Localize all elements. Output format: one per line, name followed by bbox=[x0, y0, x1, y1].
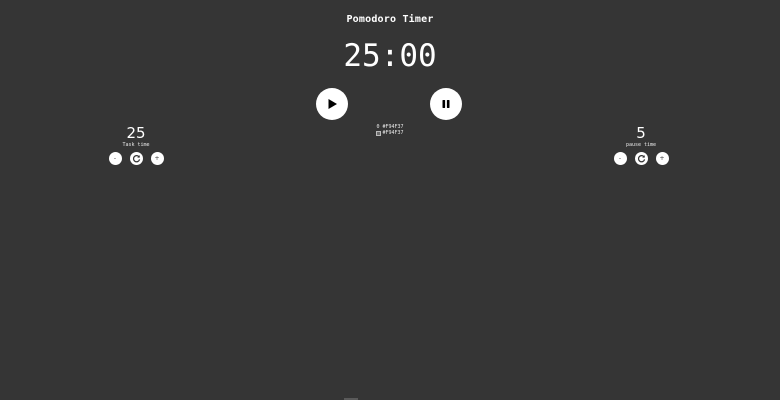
pause-time-decrement-button[interactable]: - bbox=[613, 152, 627, 165]
pause-time-panel: 5 pause time - + bbox=[601, 124, 681, 165]
broken-image-alt-text: #F94F37 bbox=[382, 130, 404, 136]
pause-icon bbox=[442, 100, 450, 108]
timer-display: 25:00 bbox=[343, 38, 437, 74]
play-button[interactable] bbox=[316, 88, 348, 120]
play-icon bbox=[328, 99, 337, 109]
task-time-value: 25 bbox=[126, 124, 146, 142]
task-time-panel: 25 Task time - + bbox=[96, 124, 176, 165]
refresh-icon bbox=[132, 155, 140, 163]
task-time-increment-button[interactable]: + bbox=[150, 152, 164, 165]
refresh-icon bbox=[637, 155, 645, 163]
broken-image: #F94F37 bbox=[376, 130, 404, 136]
task-time-decrement-button[interactable]: - bbox=[108, 152, 122, 165]
pause-time-reset-button[interactable] bbox=[634, 152, 648, 165]
broken-image-icon bbox=[376, 130, 382, 136]
pause-time-label: pause time bbox=[625, 142, 657, 148]
pause-time-increment-button[interactable]: + bbox=[655, 152, 669, 165]
task-time-label: Task time bbox=[122, 142, 150, 148]
pause-time-value: 5 bbox=[636, 124, 646, 142]
task-time-reset-button[interactable] bbox=[129, 152, 143, 165]
pomodoro-page: Pomodoro Timer 25:00 0 #F94F37 #F94F37 2… bbox=[0, 0, 780, 400]
pause-button[interactable] bbox=[430, 88, 462, 120]
pause-time-controls: - + bbox=[601, 152, 681, 165]
page-title: Pomodoro Timer bbox=[346, 14, 434, 25]
task-time-controls: - + bbox=[96, 152, 176, 165]
